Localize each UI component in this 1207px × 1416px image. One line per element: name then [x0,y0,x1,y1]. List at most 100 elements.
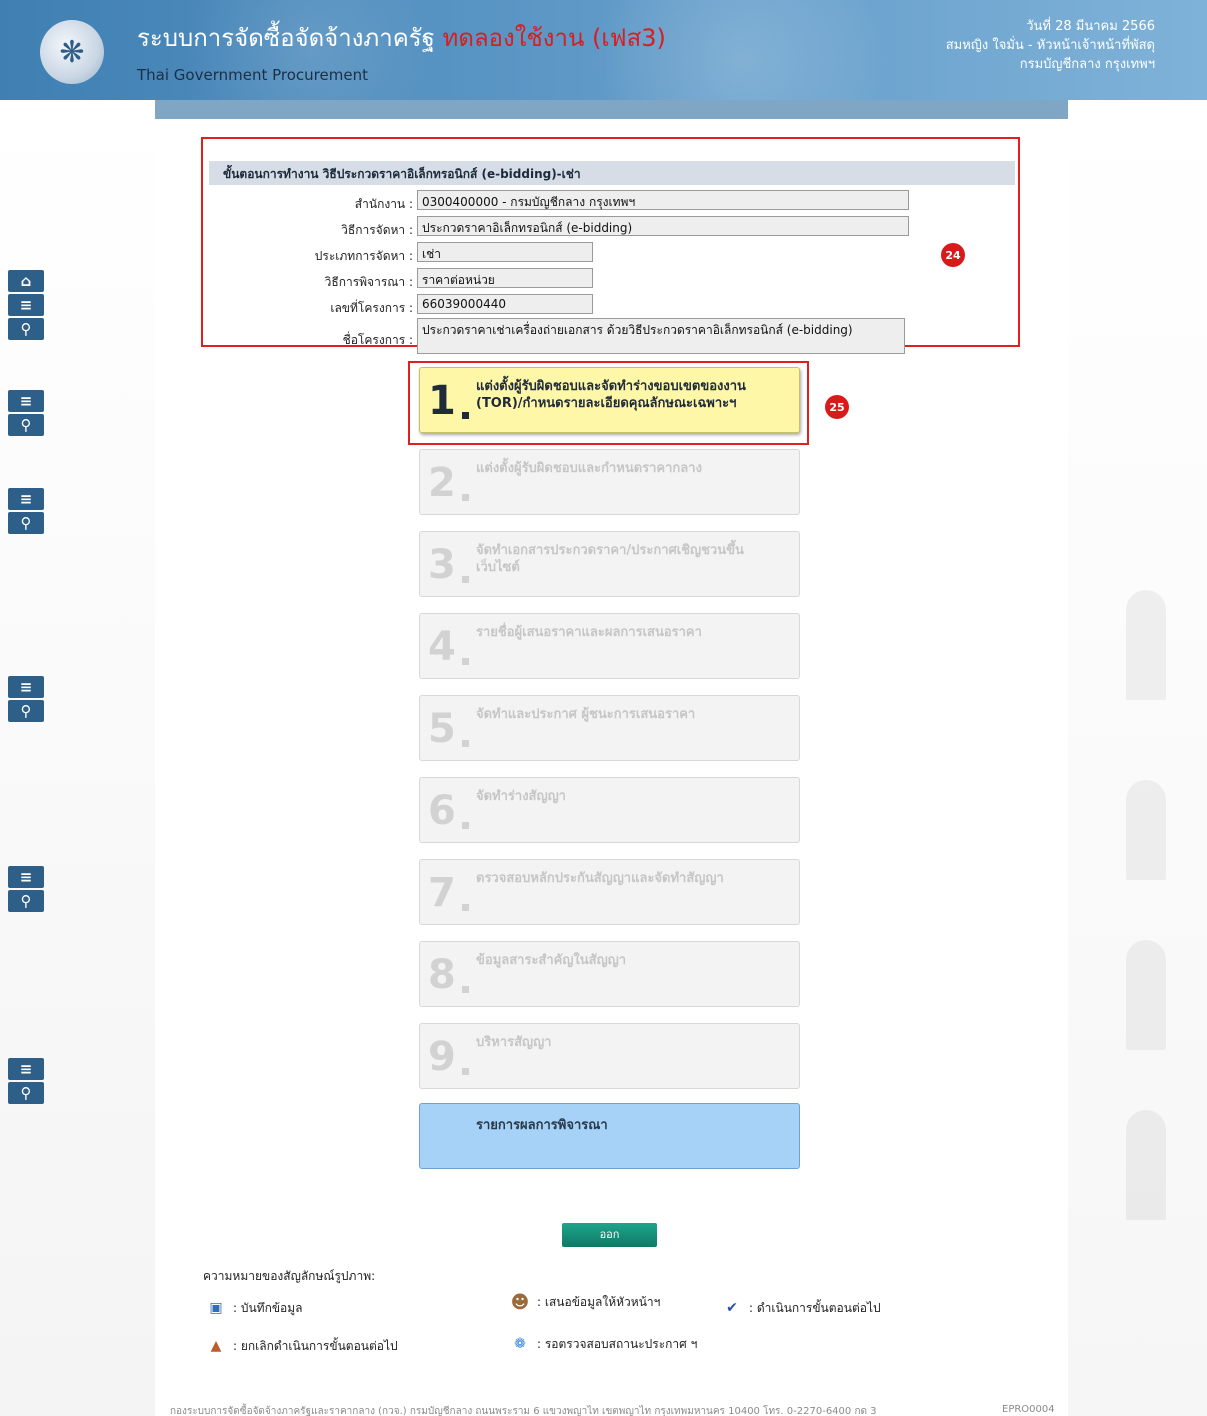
method-field: ประกวดราคาอิเล็กทรอนิกส์ (e-bidding) [417,216,909,236]
user-name: สมหญิง ใจมั่น - หัวหน้าเจ้าหน้าที่พัสดุ [945,38,1155,53]
checkmark-icon: ✔ [726,1300,738,1316]
criteria-label: วิธีการพิจารณา : [324,275,413,289]
menu-icon[interactable]: ≡ [8,1058,44,1080]
footer-address: กองระบบการจัดซื้อจัดจ้างภาครัฐและราคากลา… [170,1406,877,1416]
menu-icon[interactable]: ≡ [8,294,44,316]
app-header: ❋ ระบบการจัดซื้อจัดจ้างภาครัฐ ทดลองใช้งา… [0,0,1207,100]
step-number: 4 [428,624,456,670]
user-info: วันที่ 28 มีนาคม 2566 สมหญิง ใจมั่น - หั… [946,17,1155,74]
search-icon[interactable]: ⚲ [8,700,44,722]
officer-icon: ☻ [510,1291,530,1313]
step-label: ข้อมูลสาระสำคัญในสัญญา [476,953,627,968]
app-title-text: ระบบการจัดซื้อจัดจ้างภาครัฐ [137,24,435,52]
legend-next: ✔ : ดำเนินการขั้นตอนต่อไป [721,1297,881,1319]
cancel-stamp-icon: ▲ [210,1338,222,1354]
step-4-button[interactable]: 4 รายชื่อผู้เสนอราคาและผลการเสนอราคา [419,613,800,679]
toolbar-group-3: ≡ ⚲ [8,488,44,534]
step-number: 1 [428,378,456,424]
right-background [1068,100,1207,1416]
project-no-field: 66039000440 [417,294,593,314]
step-7-button[interactable]: 7 ตรวจสอบหลักประกันสัญญาและจัดทำสัญญา [419,859,800,925]
save-icon: ▣ [209,1300,223,1316]
step-5-button[interactable]: 5 จัดทำและประกาศ ผู้ชนะการเสนอราคา [419,695,800,761]
agency-field: 0300400000 - กรมบัญชีกลาง กรุงเทพฯ [417,190,909,210]
criteria-field: ราคาต่อหน่วย [417,268,593,288]
step-number: 5 [428,706,456,752]
legend-propose: ☻ : เสนอข้อมูลให้หัวหน้าฯ [509,1291,661,1313]
step-number: 3 [428,542,456,588]
legend-save-text: : บันทึกข้อมูล [233,1300,303,1315]
legend-title: ความหมายของสัญลักษณ์รูปภาพ: [203,1269,376,1283]
exit-button[interactable]: ออก [562,1223,657,1247]
step-dot [462,576,469,583]
step-number: 6 [428,788,456,834]
step-label: จัดทำและประกาศ ผู้ชนะการเสนอราคา [476,707,696,722]
step-2-button[interactable]: 2 แต่งตั้งผู้รับผิดชอบและกำหนดราคากลาง [419,449,800,515]
result-label: รายการผลการพิจารณา [476,1118,608,1133]
type-field: เช่า [417,242,593,262]
legend-propose-text: : เสนอข้อมูลให้หัวหน้าฯ [537,1294,661,1309]
garuda-logo-icon: ❋ [40,20,104,84]
step-label: จัดทำร่างสัญญา [476,789,566,804]
toolbar-group-1: ⌂ ≡ ⚲ [8,270,44,340]
pending-status-icon: ❁ [514,1336,526,1352]
step-6-button[interactable]: 6 จัดทำร่างสัญญา [419,777,800,843]
step-label: บริหารสัญญา [476,1035,552,1050]
search-icon[interactable]: ⚲ [8,1082,44,1104]
step-label: แต่งตั้งผู้รับผิดชอบและจัดทำร่างขอบเขตขอ… [476,379,746,411]
step-label: ตรวจสอบหลักประกันสัญญาและจัดทำสัญญา [476,871,724,886]
step-8-button[interactable]: 8 ข้อมูลสาระสำคัญในสัญญา [419,941,800,1007]
legend-cancel-text: : ยกเลิกดำเนินการขั้นตอนต่อไป [233,1338,398,1353]
step-dot [462,1068,469,1075]
toolbar-group-4: ≡ ⚲ [8,676,44,722]
project-name-label: ชื่อโครงการ : [342,333,413,347]
app-title: ระบบการจัดซื้อจัดจ้างภาครัฐ ทดลองใช้งาน … [137,18,666,57]
consideration-results-button[interactable]: รายการผลการพิจารณา [419,1103,800,1169]
step-label: จัดทำเอกสารประกวดราคา/ประกาศเชิญชวนขึ้นเ… [476,543,744,575]
step-number: 2 [428,460,456,506]
step-dot [462,740,469,747]
screen-code: EPRO0004 [1002,1404,1055,1415]
legend-next-text: : ดำเนินการขั้นตอนต่อไป [749,1300,881,1315]
workflow-heading: ขั้นตอนการทำงาน วิธีประกวดราคาอิเล็กทรอน… [209,161,1015,185]
agency-label: สำนักงาน : [354,197,413,211]
legend-cancel: ▲ : ยกเลิกดำเนินการขั้นตอนต่อไป [205,1335,398,1357]
step-number: 9 [428,1034,456,1080]
trial-label: ทดลองใช้งาน (เฟส3) [442,24,666,52]
home-icon[interactable]: ⌂ [8,270,44,292]
toolbar-group-5: ≡ ⚲ [8,866,44,912]
app-subtitle: Thai Government Procurement [137,66,368,84]
legend-wait-text: : รอตรวจสอบสถานะประกาศ ฯ [537,1336,698,1351]
project-info-box: ขั้นตอนการทำงาน วิธีประกวดราคาอิเล็กทรอน… [201,137,1020,354]
step-dot [462,658,469,665]
step-dot [462,494,469,501]
type-label: ประเภทการจัดหา : [314,249,413,263]
user-org: กรมบัญชีกลาง กรุงเทพฯ [1019,57,1155,72]
menu-icon[interactable]: ≡ [8,866,44,888]
search-icon[interactable]: ⚲ [8,890,44,912]
step-number: 8 [428,952,456,998]
toolbar-group-6: ≡ ⚲ [8,1058,44,1104]
annotation-badge-24: 24 [941,243,965,267]
search-icon[interactable]: ⚲ [8,414,44,436]
step-9-button[interactable]: 9 บริหารสัญญา [419,1023,800,1089]
search-icon[interactable]: ⚲ [8,318,44,340]
toolbar-group-2: ≡ ⚲ [8,390,44,436]
step-label: แต่งตั้งผู้รับผิดชอบและกำหนดราคากลาง [476,461,702,476]
annotation-badge-25: 25 [825,395,849,419]
menu-icon[interactable]: ≡ [8,488,44,510]
step-number: 7 [428,870,456,916]
step-3-button[interactable]: 3 จัดทำเอกสารประกวดราคา/ประกาศเชิญชวนขึ้… [419,531,800,597]
main-panel: ขั้นตอนการทำงาน วิธีประกวดราคาอิเล็กทรอน… [155,119,1068,1416]
project-name-field: ประกวดราคาเช่าเครื่องถ่ายเอกสาร ด้วยวิธี… [417,318,905,354]
step-label: รายชื่อผู้เสนอราคาและผลการเสนอราคา [476,625,702,640]
legend-wait: ❁ : รอตรวจสอบสถานะประกาศ ฯ [509,1333,697,1355]
search-icon[interactable]: ⚲ [8,512,44,534]
menu-icon[interactable]: ≡ [8,676,44,698]
legend-save: ▣ : บันทึกข้อมูล [205,1297,303,1319]
step-dot [462,986,469,993]
current-date: วันที่ 28 มีนาคม 2566 [1026,19,1155,34]
step-1-button[interactable]: 1 แต่งตั้งผู้รับผิดชอบและจัดทำร่างขอบเขต… [419,367,800,433]
menu-icon[interactable]: ≡ [8,390,44,412]
step-dot [462,904,469,911]
